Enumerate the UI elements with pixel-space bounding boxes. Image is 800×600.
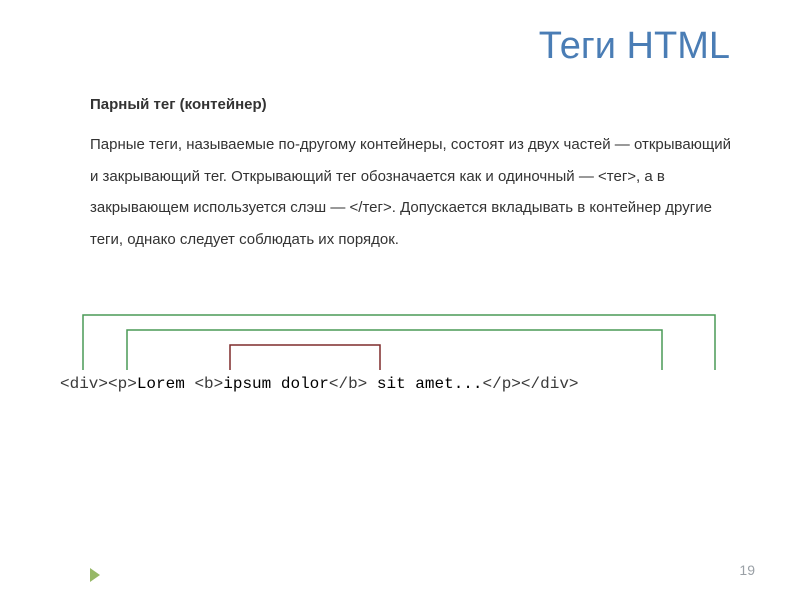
- tag-div-open: <div>: [60, 375, 108, 393]
- tag-div-close: </div>: [521, 375, 579, 393]
- page-number: 19: [739, 562, 755, 578]
- tag-b-open: <b>: [194, 375, 223, 393]
- tag-p-open: <p>: [108, 375, 137, 393]
- tag-nesting-diagram: <div><p>Lorem <b>ipsum dolor</b> sit ame…: [60, 305, 750, 425]
- tag-b-close: </b>: [329, 375, 367, 393]
- tag-p-close: </p>: [483, 375, 521, 393]
- code-example: <div><p>Lorem <b>ipsum dolor</b> sit ame…: [60, 375, 750, 393]
- code-text: sit amet...: [367, 375, 482, 393]
- slide: Теги HTML Парный тег (контейнер) Парные …: [0, 0, 800, 600]
- section-subtitle: Парный тег (контейнер): [90, 96, 740, 113]
- page-title: Теги HTML: [90, 25, 740, 68]
- slide-marker-icon: [90, 568, 100, 582]
- body-paragraph: Парные теги, называемые по-другому конте…: [90, 129, 740, 255]
- code-text: Lorem: [137, 375, 195, 393]
- code-text: ipsum dolor: [223, 375, 329, 393]
